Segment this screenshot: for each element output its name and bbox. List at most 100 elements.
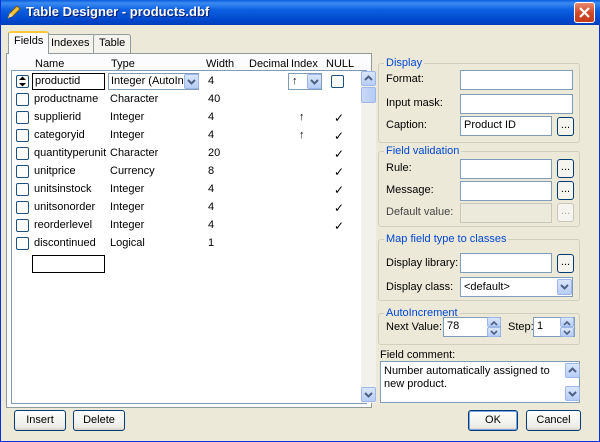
table-row[interactable]: quantityperunit Character 20 ✓ [12, 145, 352, 163]
cancel-button[interactable]: Cancel [526, 410, 581, 431]
table-row[interactable]: unitprice Currency 8 ✓ [12, 163, 352, 181]
step-value-text: 1 [537, 320, 544, 332]
title-bar[interactable]: Table Designer - products.dbf [1, 0, 600, 25]
grid-vertical-scrollbar[interactable] [361, 71, 376, 403]
table-row[interactable]: categoryid Integer 4 ↑ ✓ [12, 127, 352, 145]
comment-scroll-up-button[interactable] [565, 363, 580, 378]
index-combo[interactable]: ↑ [288, 73, 322, 90]
delete-button[interactable]: Delete [73, 410, 125, 431]
field-name: unitsinstock [34, 183, 92, 195]
row-selector[interactable] [16, 111, 29, 124]
rule-builder-button[interactable]: ... [557, 159, 574, 178]
next-value-text: 78 [447, 320, 460, 332]
index-dropdown-button[interactable] [307, 74, 321, 89]
delete-button-label: Delete [83, 414, 115, 426]
insert-button[interactable]: Insert [14, 410, 66, 431]
row-selector[interactable] [16, 93, 29, 106]
next-value-spin-buttons[interactable] [487, 317, 501, 338]
header-name: Name [35, 58, 65, 70]
close-icon [579, 7, 590, 18]
ok-button[interactable]: OK [468, 410, 518, 431]
fields-grid[interactable]: productid Integer (AutoInc 4 ↑ productna… [11, 70, 376, 404]
null-checkbox[interactable] [331, 75, 344, 88]
chevron-up-icon [364, 75, 373, 81]
spin-up-button[interactable] [487, 317, 501, 327]
scroll-down-button[interactable] [361, 387, 376, 402]
field-width: 4 [208, 183, 215, 195]
tab-table[interactable]: Table [93, 34, 132, 53]
table-row[interactable]: unitsonorder Integer 4 ✓ [12, 199, 352, 217]
row-move-handle[interactable] [16, 75, 29, 88]
scroll-thumb[interactable] [361, 87, 376, 103]
field-name: quantityperunit [34, 147, 107, 159]
scroll-up-button[interactable] [361, 71, 376, 86]
field-width-value[interactable]: 4 [208, 75, 214, 87]
null-check-icon: ✓ [334, 201, 345, 215]
chevron-up-icon [568, 367, 577, 373]
field-width: 1 [208, 237, 215, 249]
table-row[interactable]: productid Integer (AutoInc 4 ↑ [12, 73, 352, 91]
default-value-label: Default value: [386, 206, 454, 218]
field-name: unitsonorder [34, 201, 96, 213]
row-selector[interactable] [16, 183, 29, 196]
message-builder-button[interactable]: ... [557, 181, 574, 200]
row-selector[interactable] [16, 147, 29, 160]
row-selector[interactable] [16, 219, 29, 232]
chevron-down-icon [310, 79, 319, 85]
field-validation-title: Field validation [384, 145, 462, 157]
field-comment-textarea[interactable]: Number automatically assigned to new pro… [380, 361, 580, 403]
ellipsis-label: ... [560, 256, 571, 268]
ellipsis-label: ... [560, 161, 571, 173]
field-comment-text: Number automatically assigned to new pro… [384, 365, 550, 390]
row-selector[interactable] [16, 201, 29, 214]
input-mask-input[interactable] [460, 94, 573, 114]
field-name: productname [34, 93, 99, 105]
spin-down-button[interactable] [560, 327, 574, 337]
row-selector[interactable] [16, 237, 29, 250]
null-check-icon: ✓ [334, 147, 345, 161]
rule-label: Rule: [386, 162, 412, 174]
index-arrow-icon: ↑ [299, 129, 305, 141]
tab-indexes[interactable]: Indexes [45, 34, 96, 53]
field-type: Integer [110, 183, 145, 195]
caption-input[interactable]: Product ID [460, 116, 552, 136]
new-field-name-input[interactable] [32, 255, 105, 273]
table-row[interactable]: discontinued Logical 1 [12, 235, 352, 253]
display-library-input[interactable] [460, 253, 552, 273]
table-row[interactable]: supplierid Integer 4 ↑ ✓ [12, 109, 352, 127]
rule-input[interactable] [460, 159, 552, 179]
tab-fields-label: Fields [14, 35, 44, 47]
insert-button-label: Insert [26, 414, 54, 426]
header-decimal: Decimal [249, 58, 289, 70]
display-class-dropdown-button[interactable] [557, 279, 572, 295]
display-class-label: Display class: [386, 281, 454, 293]
field-name-input[interactable]: productid [32, 73, 105, 90]
table-designer-window: Table Designer - products.dbf Fields Ind… [0, 0, 600, 442]
tab-fields[interactable]: Fields [8, 31, 50, 54]
default-value-input[interactable] [460, 203, 552, 223]
table-row[interactable]: productname Character 40 [12, 91, 352, 109]
null-check-icon: ✓ [334, 111, 345, 125]
message-input[interactable] [460, 181, 552, 201]
spin-up-button[interactable] [560, 317, 574, 327]
display-library-builder-button[interactable]: ... [557, 254, 574, 273]
close-button[interactable] [574, 2, 595, 23]
input-mask-label: Input mask: [386, 97, 443, 109]
format-input[interactable] [460, 70, 573, 90]
table-row[interactable]: unitsinstock Integer 4 ✓ [12, 181, 352, 199]
default-value-builder-button[interactable]: ... [557, 203, 574, 222]
cancel-button-label: Cancel [536, 414, 571, 426]
row-selector[interactable] [16, 165, 29, 178]
field-type-dropdown-button[interactable] [184, 74, 199, 89]
display-library-label: Display library: [386, 257, 459, 269]
index-arrow-icon: ↑ [292, 75, 298, 87]
null-check-icon: ✓ [334, 165, 345, 179]
row-selector[interactable] [16, 129, 29, 142]
table-row[interactable]: reorderlevel Integer 4 ✓ [12, 217, 352, 235]
spin-down-button[interactable] [487, 327, 501, 337]
null-check-icon: ✓ [334, 129, 345, 143]
step-spin-buttons[interactable] [560, 317, 574, 338]
caption-builder-button[interactable]: ... [557, 117, 574, 136]
comment-scroll-down-button[interactable] [565, 386, 580, 401]
null-check-icon: ✓ [334, 183, 345, 197]
